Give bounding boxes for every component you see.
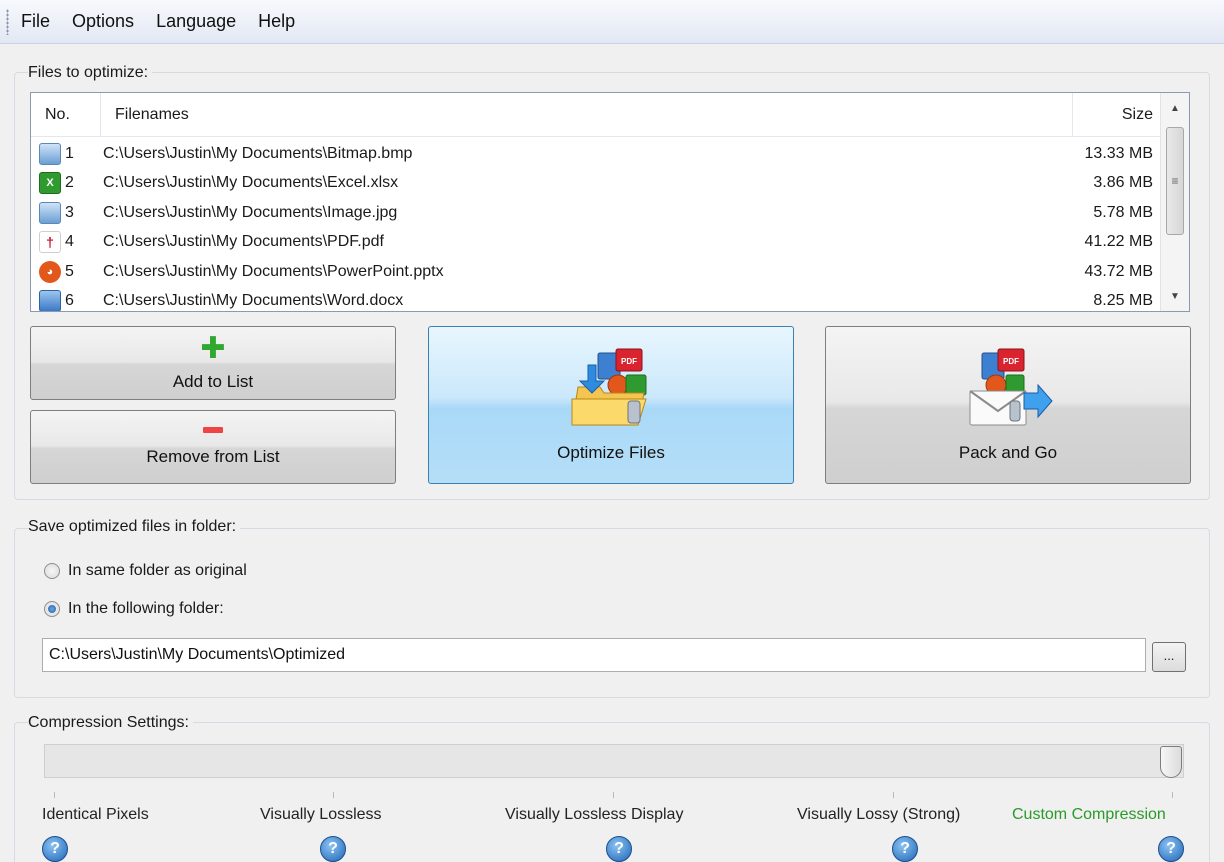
menu-language[interactable]: Language [156,11,236,32]
table-row[interactable]: † 4 C:\Users\Justin\My Documents\PDF.pdf … [31,228,1161,258]
slider-tick [893,792,894,798]
radio-following-folder[interactable]: In the following folder: [44,600,224,618]
svg-text:PDF: PDF [621,357,637,366]
row-number: 6 [65,292,74,310]
table-row[interactable]: 1 C:\Users\Justin\My Documents\Bitmap.bm… [31,139,1161,169]
table-row[interactable]: 6 C:\Users\Justin\My Documents\Word.docx… [31,287,1161,311]
column-header-no[interactable]: No. [31,93,101,137]
plus-icon: ✚ [200,332,226,365]
column-header-size[interactable]: Size [1073,93,1161,137]
help-icon[interactable]: ? [606,836,632,862]
table-row[interactable]: X2 C:\Users\Justin\My Documents\Excel.xl… [31,169,1161,199]
pdf-icon: † [39,231,61,254]
level-visually-lossy-strong[interactable]: Visually Lossy (Strong) [797,806,960,824]
column-header-filenames[interactable]: Filenames [101,93,1073,137]
row-size: 43.72 MB [1084,262,1153,280]
word-icon [39,290,61,311]
add-to-list-label: Add to List [172,372,254,391]
save-folder-group-title: Save optimized files in folder: [28,518,241,536]
file-list-rows: 1 C:\Users\Justin\My Documents\Bitmap.bm… [31,139,1161,311]
level-identical-pixels[interactable]: Identical Pixels [42,806,149,824]
row-filename: C:\Users\Justin\My Documents\Excel.xlsx [103,174,399,192]
row-number: 4 [65,233,74,251]
menu-grip [6,8,9,35]
help-icon[interactable]: ? [42,836,68,862]
pack-envelope-icon: PDF [969,348,1053,426]
minus-icon [203,427,223,433]
optimize-folder-icon: PDF [571,348,647,426]
optimize-files-label: Optimize Files [557,443,665,462]
image-icon [39,201,61,224]
file-list-scrollbar[interactable]: ▲ ≡ ▼ [1160,93,1189,311]
row-size: 8.25 MB [1093,292,1153,310]
compression-slider-thumb[interactable] [1160,746,1182,778]
powerpoint-icon: ◕ [39,260,61,283]
row-number: 1 [65,144,74,162]
row-filename: C:\Users\Justin\My Documents\Word.docx [103,292,404,310]
slider-tick [1172,792,1173,798]
scroll-down-icon[interactable]: ▼ [1161,281,1189,311]
row-size: 41.22 MB [1084,233,1153,251]
radio-following-folder-circle[interactable] [44,601,60,617]
remove-from-list-label: Remove from List [146,447,280,466]
help-icon[interactable]: ? [1158,836,1184,862]
table-row[interactable]: 3 C:\Users\Justin\My Documents\Image.jpg… [31,198,1161,228]
add-to-list-button[interactable]: ✚ Add to List [30,326,396,400]
level-custom-compression[interactable]: Custom Compression [1012,806,1166,824]
row-filename: C:\Users\Justin\My Documents\PDF.pdf [103,233,384,251]
table-row[interactable]: ◕ 5 C:\Users\Justin\My Documents\PowerPoi… [31,257,1161,287]
row-filename: C:\Users\Justin\My Documents\Image.jpg [103,203,398,221]
radio-same-folder-circle[interactable] [44,563,60,579]
scroll-up-icon[interactable]: ▲ [1161,93,1189,123]
slider-tick [54,792,55,798]
row-number: 5 [65,262,74,280]
file-list[interactable]: No. Filenames Size 1 C:\Users\Justin\My … [30,92,1190,312]
scroll-thumb[interactable]: ≡ [1166,127,1184,235]
svg-text:PDF: PDF [1003,357,1019,366]
excel-icon: X [39,172,61,195]
level-visually-lossless-display[interactable]: Visually Lossless Display [505,806,683,824]
optimize-files-button[interactable]: PDF Optimize Files [428,326,794,484]
pack-and-go-button[interactable]: PDF Pack and Go [825,326,1191,484]
menu-help[interactable]: Help [258,11,295,32]
radio-same-folder-label: In same folder as original [68,562,247,579]
output-folder-input[interactable] [42,638,1146,672]
row-size: 13.33 MB [1084,144,1153,162]
help-icon[interactable]: ? [892,836,918,862]
row-filename: C:\Users\Justin\My Documents\Bitmap.bmp [103,144,413,162]
row-filename: C:\Users\Justin\My Documents\PowerPoint.… [103,262,444,280]
menu-options[interactable]: Options [72,11,134,32]
files-group-title: Files to optimize: [28,64,153,82]
row-size: 3.86 MB [1093,174,1153,192]
row-number: 2 [65,174,74,192]
radio-following-folder-label: In the following folder: [68,600,224,617]
bitmap-icon [39,142,61,165]
remove-from-list-button[interactable]: Remove from List [30,410,396,484]
help-icon[interactable]: ? [320,836,346,862]
browse-folder-button[interactable]: ... [1152,642,1186,672]
level-visually-lossless[interactable]: Visually Lossless [260,806,382,824]
radio-same-folder[interactable]: In same folder as original [44,562,247,580]
menu-bar: File Options Language Help [0,0,1224,44]
slider-tick [333,792,334,798]
slider-tick [613,792,614,798]
compression-group-title: Compression Settings: [28,714,193,732]
file-list-header: No. Filenames Size [31,93,1161,137]
row-size: 5.78 MB [1093,203,1153,221]
row-number: 3 [65,203,74,221]
pack-and-go-label: Pack and Go [958,443,1058,462]
menu-file[interactable]: File [21,11,50,32]
compression-slider-track[interactable] [44,744,1184,778]
